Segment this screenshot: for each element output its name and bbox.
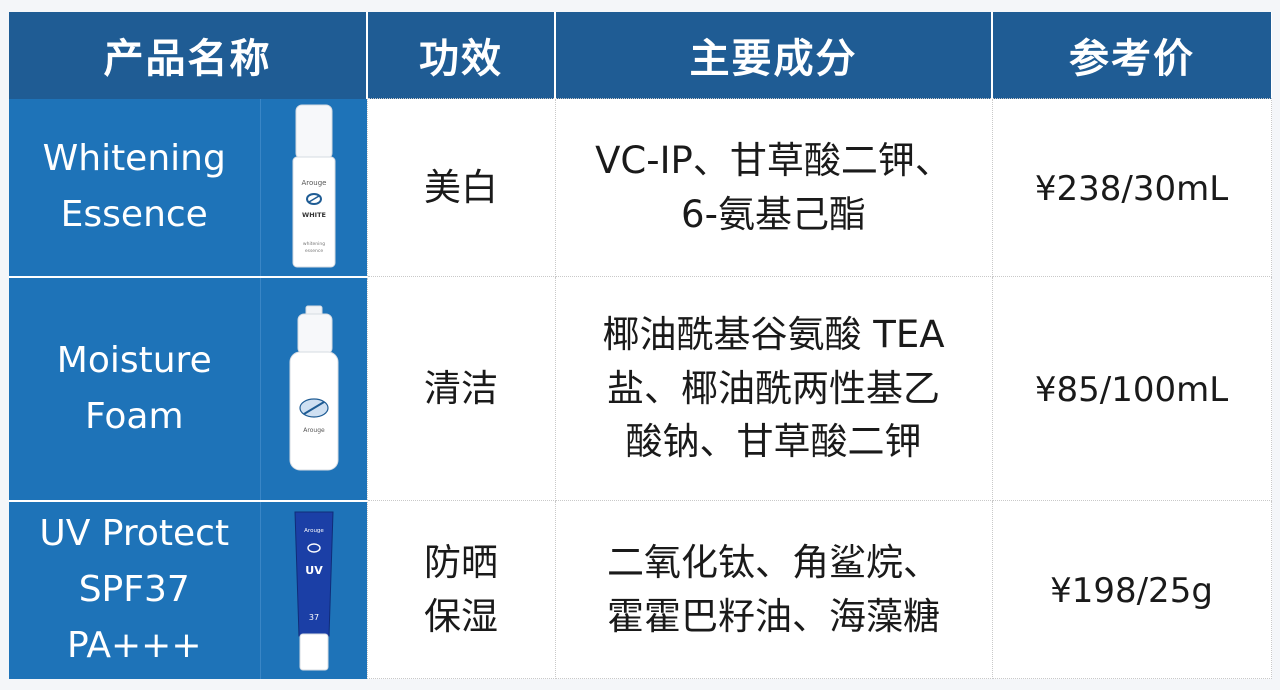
table-row: UV Protect SPF37 PA+++ Arouge UV 37 防晒 保… xyxy=(9,500,1272,679)
ingredients-cell: VC-IP、甘草酸二钾、 6-氨基己酯 xyxy=(554,98,993,277)
product-name-cell: Whitening Essence xyxy=(9,98,260,278)
header-ingredients: 主要成分 xyxy=(555,12,993,99)
table-header-row: 产品名称 功效 主要成分 参考价 xyxy=(9,12,1271,99)
effect-cell: 美白 xyxy=(366,98,556,277)
table-frame: 产品名称 功效 主要成分 参考价 Whitening Essence Aroug xyxy=(0,0,1280,690)
ingredients-text: 椰油酰基谷氨酸 TEA 盐、椰油酰两性基乙 酸钠、甘草酸二钾 xyxy=(602,313,945,464)
essence-essence-text: essence xyxy=(304,249,323,254)
effect-text: 清洁 xyxy=(424,366,498,410)
price-cell: ¥238/30mL xyxy=(991,98,1272,277)
product-image-cell: Arouge UV 37 xyxy=(259,500,367,679)
header-effect: 功效 xyxy=(367,12,556,99)
product-name: Moisture Foam xyxy=(56,339,212,437)
product-name: UV Protect SPF37 PA+++ xyxy=(39,513,230,666)
foam-bottle-image: Arouge xyxy=(289,305,338,470)
product-image-cell: Arouge xyxy=(259,276,367,502)
table-row: Whitening Essence Arouge WHITE whitening… xyxy=(9,98,1272,278)
header-product-name: 产品名称 xyxy=(9,12,368,99)
product-name-cell: Moisture Foam xyxy=(9,276,260,502)
price-text: ¥198/25g xyxy=(1050,570,1213,611)
price-text: ¥85/100mL xyxy=(1034,369,1229,410)
effect-text: 美白 xyxy=(424,165,498,209)
sunscreen-tube-image: Arouge UV 37 xyxy=(293,511,334,671)
ingredients-text: 二氧化钛、角鲨烷、 霍霍巴籽油、海藻糖 xyxy=(607,540,940,638)
essence-bottle-image: Arouge WHITE whitening essence xyxy=(292,104,335,268)
effect-cell: 防晒 保湿 xyxy=(366,500,556,679)
header-price: 参考价 xyxy=(992,12,1271,99)
table-row: Moisture Foam Arouge 清洁 椰油酰基谷氨酸 TEA 盐、椰油… xyxy=(9,276,1272,502)
product-name: Whitening Essence xyxy=(42,138,226,235)
effect-text: 防晒 保湿 xyxy=(424,540,498,638)
product-image-cell: Arouge WHITE whitening essence xyxy=(259,98,367,278)
foam-brand-text: Arouge xyxy=(303,427,325,434)
tube-uv-text: UV xyxy=(305,564,323,577)
ingredients-cell: 二氧化钛、角鲨烷、 霍霍巴籽油、海藻糖 xyxy=(554,500,993,679)
essence-brand-text: Arouge xyxy=(301,179,326,187)
ingredients-cell: 椰油酰基谷氨酸 TEA 盐、椰油酰两性基乙 酸钠、甘草酸二钾 xyxy=(554,276,993,501)
tube-spf-text: 37 xyxy=(308,613,318,622)
price-cell: ¥198/25g xyxy=(991,500,1272,679)
price-text: ¥238/30mL xyxy=(1034,168,1229,209)
product-comparison-table: 产品名称 功效 主要成分 参考价 Whitening Essence Aroug xyxy=(9,12,1272,679)
ingredients-text: VC-IP、甘草酸二钾、 6-氨基己酯 xyxy=(595,138,952,236)
essence-whitening-text: whitening xyxy=(302,241,324,247)
price-cell: ¥85/100mL xyxy=(991,276,1272,501)
effect-cell: 清洁 xyxy=(366,276,556,501)
tube-brand-text: Arouge xyxy=(304,528,324,534)
product-name-cell: UV Protect SPF37 PA+++ xyxy=(9,500,260,679)
essence-white-text: WHITE xyxy=(302,211,326,219)
